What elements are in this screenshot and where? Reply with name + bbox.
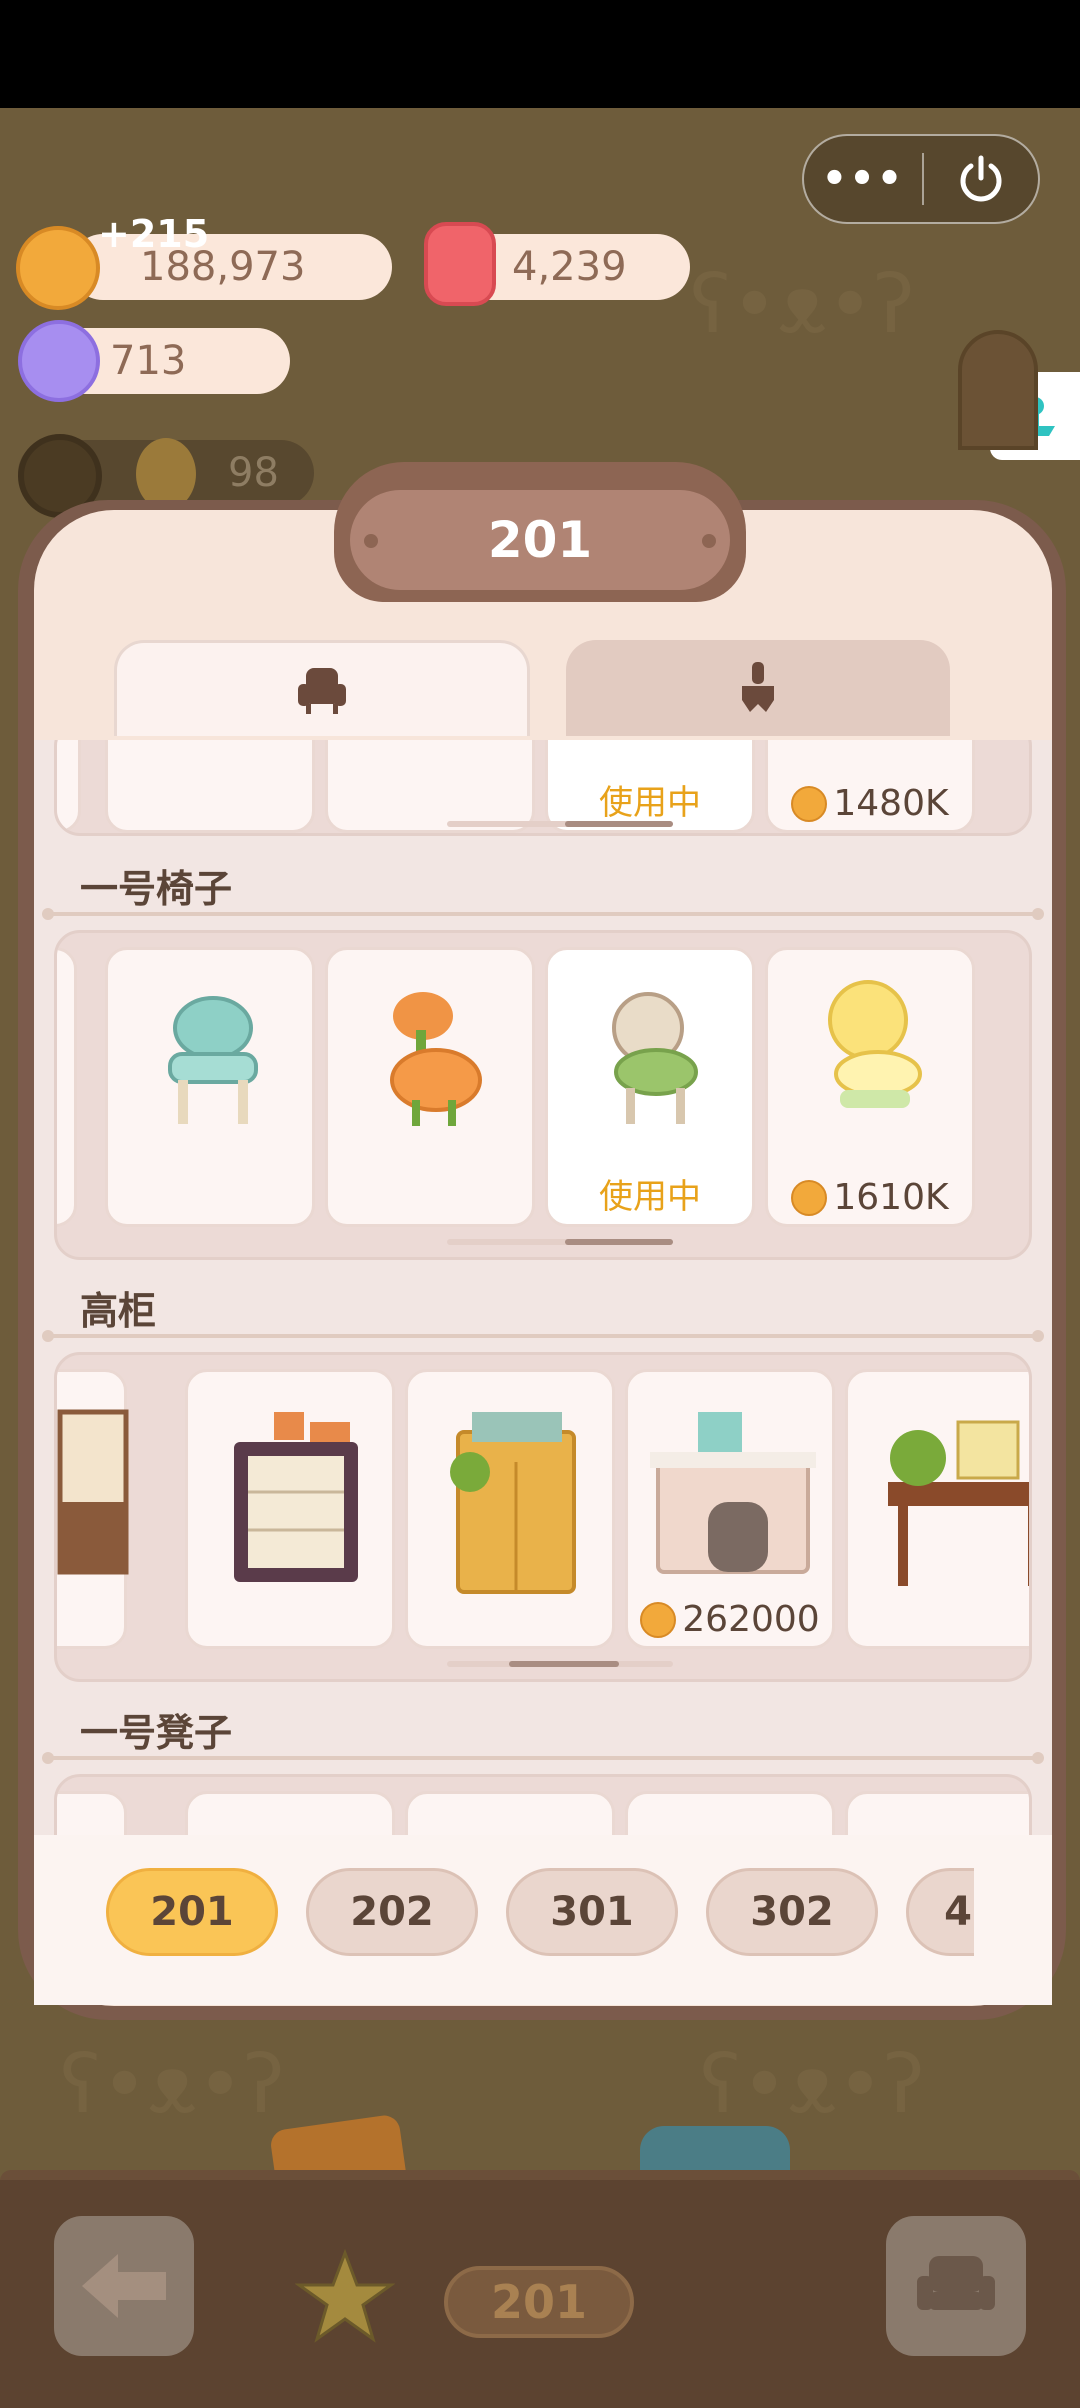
section-divider [42, 908, 1044, 920]
room-tab-201[interactable]: 201 [106, 1868, 278, 1956]
star-button[interactable] [290, 2242, 400, 2352]
item-card-mint-chair[interactable] [105, 947, 315, 1227]
item-card[interactable] [105, 740, 315, 833]
section-title: 一号椅子 [80, 867, 233, 911]
bookcase-icon [57, 1409, 129, 1575]
item-row[interactable]: 使用中 1480K [54, 740, 1032, 836]
item-list[interactable]: 使用中 1480K 一号椅子 使用中 1610K 高柜 262000 一号凳子 [34, 740, 1052, 1835]
item-card-green-cushion-chair[interactable]: 使用中 [545, 947, 755, 1227]
candy-value: 713 [110, 338, 187, 384]
scroll-thumb[interactable] [565, 1239, 673, 1245]
room-tab-301[interactable]: 301 [506, 1868, 678, 1956]
orange-chair-icon [390, 992, 482, 1126]
section-divider [42, 1330, 1044, 1342]
status-bar [0, 0, 1080, 108]
furniture-mode-button[interactable] [886, 2216, 1026, 2356]
item-card[interactable]: 使用中 [545, 740, 755, 833]
item-row[interactable] [54, 1774, 1032, 1835]
back-arrow-icon [82, 2254, 166, 2318]
room-tab-202[interactable]: 202 [306, 1868, 478, 1956]
item-card-plant-side-table[interactable] [845, 1369, 1029, 1649]
more-button[interactable]: ••• [804, 156, 922, 202]
cookie-icon [16, 226, 100, 310]
jam-jar-icon [424, 222, 496, 306]
fireplace-icon [650, 1412, 816, 1574]
scroll-thumb[interactable] [509, 1661, 619, 1667]
item-row[interactable]: 使用中 1610K [54, 930, 1032, 1260]
section-divider [42, 1752, 1044, 1764]
plant-table-icon [888, 1420, 1029, 1586]
item-price: 1610K [768, 1177, 972, 1218]
side-shelf [958, 330, 1038, 450]
item-card[interactable] [625, 1791, 835, 1835]
item-card[interactable]: 1480K [765, 740, 975, 833]
coin-icon [640, 1601, 677, 1638]
mint-chair-icon [168, 996, 258, 1124]
plaque-rivet [702, 534, 716, 548]
item-price: 262000 [628, 1599, 832, 1640]
plaque-rivet [364, 534, 378, 548]
candy-icon [18, 320, 100, 402]
power-icon [960, 155, 1002, 202]
coin-icon [791, 1179, 828, 1216]
wardrobe-icon [450, 1412, 576, 1594]
lemon-chair-icon [828, 980, 922, 1108]
item-card[interactable] [325, 740, 535, 833]
current-room-label: 201 [444, 2266, 634, 2338]
section-title: 一号凳子 [80, 1711, 233, 1755]
item-card[interactable] [57, 947, 77, 1227]
price-value: 1610K [833, 1177, 949, 1218]
item-card-wooden-wardrobe[interactable] [405, 1369, 615, 1649]
item-card[interactable] [57, 740, 81, 833]
coin-icon [791, 785, 828, 822]
miniprogram-capsule: ••• [802, 134, 1040, 224]
item-card-orange-chair[interactable] [325, 947, 535, 1227]
bear-pattern-icon: ʕ•ᴥ•ʔ [700, 2038, 925, 2131]
item-card-bookcase[interactable] [57, 1369, 129, 1649]
drawer-cabinet-icon [234, 1412, 358, 1582]
star-icon [295, 2248, 395, 2343]
item-price: 1480K [768, 783, 972, 824]
cookie-gain: +215 [98, 212, 210, 256]
price-value: 1480K [833, 783, 949, 824]
item-card[interactable] [405, 1791, 615, 1835]
item-card-lemon-chair[interactable]: 1610K [765, 947, 975, 1227]
tab-decor[interactable] [566, 640, 950, 736]
row-scrollbar[interactable] [447, 1661, 673, 1667]
item-row[interactable]: 262000 [54, 1352, 1032, 1682]
item-card[interactable] [57, 1791, 127, 1835]
row-scrollbar[interactable] [447, 1239, 673, 1245]
item-card-fireplace[interactable]: 262000 [625, 1369, 835, 1649]
scroll-thumb[interactable] [565, 821, 673, 827]
item-card[interactable] [845, 1791, 1029, 1835]
jam-value: 4,239 [512, 244, 627, 290]
in-use-label: 使用中 [599, 1177, 701, 1217]
item-card-purple-drawer-cabinet[interactable] [185, 1369, 395, 1649]
green-cushion-chair-icon [612, 992, 698, 1124]
paintbrush-icon [742, 662, 774, 712]
item-card[interactable] [185, 1791, 395, 1835]
bear-pattern-icon: ʕ•ᴥ•ʔ [690, 258, 915, 351]
room-tab-302[interactable]: 302 [706, 1868, 878, 1956]
row-scrollbar[interactable] [447, 821, 673, 827]
bear-pattern-icon: ʕ•ᴥ•ʔ [60, 2038, 285, 2131]
close-button[interactable] [924, 152, 1038, 206]
armchair-icon [298, 667, 346, 714]
back-button[interactable] [54, 2216, 194, 2356]
price-value: 262000 [682, 1599, 820, 1640]
section-title: 高柜 [80, 1289, 157, 1333]
star-value: 98 [228, 450, 279, 496]
in-use-label: 使用中 [599, 783, 701, 823]
panel-title: 201 [350, 490, 730, 590]
sofa-icon [917, 2256, 995, 2310]
tab-furniture[interactable] [114, 640, 530, 736]
